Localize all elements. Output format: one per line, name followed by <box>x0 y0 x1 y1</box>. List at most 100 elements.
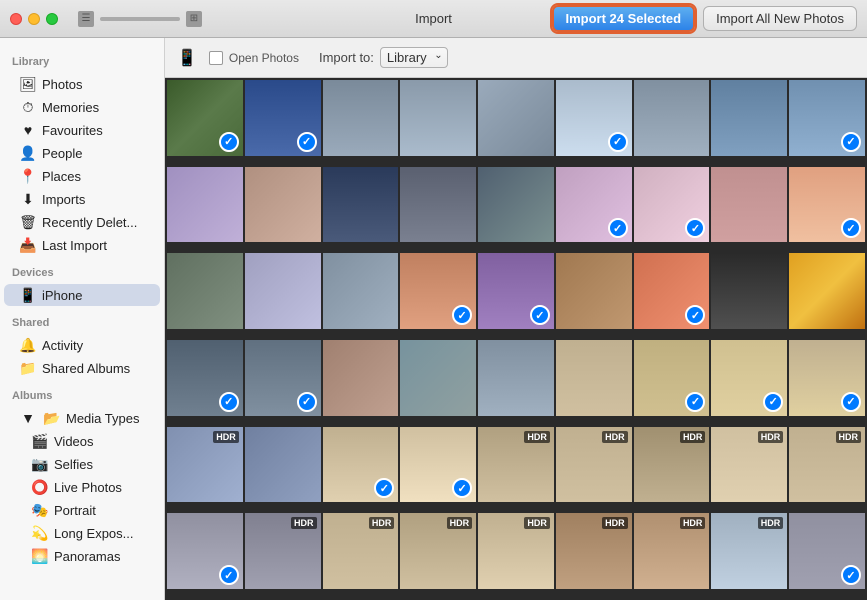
photo-cell[interactable]: ✓ <box>245 340 321 416</box>
sidebar-label-portrait: Portrait <box>54 503 96 518</box>
photo-cell[interactable] <box>711 253 787 329</box>
photo-cell[interactable] <box>478 340 554 416</box>
sidebar-label-media-types: Media Types <box>66 411 139 426</box>
photo-cell[interactable]: ✓ <box>789 167 865 243</box>
photo-cell[interactable]: ✓ <box>167 513 243 589</box>
people-icon: 👤 <box>20 145 36 161</box>
photo-cell[interactable]: HDR <box>400 513 476 589</box>
videos-icon: 🎬 <box>32 433 48 449</box>
import-to-select[interactable]: Library ⌄ <box>380 47 448 68</box>
hdr-badge: HDR <box>680 517 706 529</box>
photo-cell[interactable] <box>400 167 476 243</box>
sidebar-item-memories[interactable]: ⏱ Memories <box>4 96 160 118</box>
photo-cell[interactable] <box>711 80 787 156</box>
photo-cell[interactable] <box>323 80 399 156</box>
minimize-button[interactable] <box>28 13 40 25</box>
portrait-icon: 🎭 <box>32 502 48 518</box>
sidebar-item-shared-albums[interactable]: 📁 Shared Albums <box>4 357 160 379</box>
hdr-badge: HDR <box>369 517 395 529</box>
maximize-button[interactable] <box>46 13 58 25</box>
device-icon: 📱 <box>177 48 197 68</box>
open-photos-checkbox[interactable] <box>209 51 223 65</box>
photo-cell[interactable]: ✓ <box>634 253 710 329</box>
photo-cell[interactable]: HDR <box>245 513 321 589</box>
photo-cell[interactable] <box>323 253 399 329</box>
photo-cell[interactable] <box>400 80 476 156</box>
photo-cell[interactable] <box>478 167 554 243</box>
sidebar-item-panoramas[interactable]: 🌅 Panoramas <box>4 545 160 567</box>
import-to-value: Library <box>387 50 427 65</box>
selection-checkmark: ✓ <box>530 305 550 325</box>
photo-cell[interactable]: HDR <box>167 427 243 503</box>
photo-cell[interactable]: HDR <box>478 513 554 589</box>
sidebar-item-favourites[interactable]: ♥ Favourites <box>4 119 160 141</box>
photo-cell[interactable] <box>478 80 554 156</box>
sidebar-item-media-types[interactable]: ▼ 📂 Media Types <box>4 407 160 429</box>
photo-cell[interactable]: ✓ <box>634 167 710 243</box>
sidebar-item-portrait[interactable]: 🎭 Portrait <box>4 499 160 521</box>
photo-cell[interactable]: ✓ <box>711 340 787 416</box>
photo-cell[interactable]: HDR <box>711 427 787 503</box>
photo-cell[interactable]: HDR <box>634 513 710 589</box>
photo-cell[interactable]: ✓ <box>400 427 476 503</box>
photo-cell[interactable]: ✓ <box>789 80 865 156</box>
photo-cell[interactable] <box>789 253 865 329</box>
photo-cell[interactable] <box>167 167 243 243</box>
photo-cell[interactable] <box>323 340 399 416</box>
sidebar-item-recently-deleted[interactable]: 🗑 Recently Delet... <box>4 211 160 233</box>
open-photos-label[interactable]: Open Photos <box>209 51 299 65</box>
photo-cell[interactable] <box>556 253 632 329</box>
sidebar-item-long-exposure[interactable]: 💫 Long Expos... <box>4 522 160 544</box>
sidebar-item-people[interactable]: 👤 People <box>4 142 160 164</box>
media-types-icon: 📂 <box>44 410 60 426</box>
sidebar-item-imports[interactable]: ⬇ Imports <box>4 188 160 210</box>
photo-cell[interactable] <box>634 80 710 156</box>
recently-deleted-icon: 🗑 <box>20 214 36 230</box>
photo-cell[interactable]: HDR <box>711 513 787 589</box>
import-selected-button[interactable]: Import 24 Selected <box>552 5 696 32</box>
photo-cell[interactable]: ✓ <box>323 427 399 503</box>
sidebar-item-selfies[interactable]: 📷 Selfies <box>4 453 160 475</box>
photo-cell[interactable]: ✓ <box>400 253 476 329</box>
photo-cell[interactable] <box>556 340 632 416</box>
photo-cell[interactable] <box>245 253 321 329</box>
photo-cell[interactable]: ✓ <box>245 80 321 156</box>
close-button[interactable] <box>10 13 22 25</box>
photo-cell[interactable]: ✓ <box>556 167 632 243</box>
sidebar-item-videos[interactable]: 🎬 Videos <box>4 430 160 452</box>
photo-cell[interactable]: ✓ <box>167 340 243 416</box>
photo-cell[interactable]: HDR <box>323 513 399 589</box>
sidebar-item-places[interactable]: 📍 Places <box>4 165 160 187</box>
photo-cell[interactable]: ✓ <box>478 253 554 329</box>
sidebar-item-photos[interactable]: 🖼 Photos <box>4 73 160 95</box>
photo-cell[interactable] <box>711 167 787 243</box>
photo-cell[interactable]: ✓ <box>634 340 710 416</box>
photo-cell[interactable] <box>400 340 476 416</box>
import-all-button[interactable]: Import All New Photos <box>703 6 857 31</box>
hdr-badge: HDR <box>447 517 473 529</box>
photo-cell[interactable]: ✓ <box>167 80 243 156</box>
sidebar-item-live-photos[interactable]: ⭕ Live Photos <box>4 476 160 498</box>
sidebar-item-activity[interactable]: 🔔 Activity <box>4 334 160 356</box>
photo-cell[interactable] <box>245 167 321 243</box>
sidebar-toggle-icon[interactable]: ☰ <box>78 11 94 27</box>
selection-checkmark: ✓ <box>763 392 783 412</box>
photo-cell[interactable]: HDR <box>478 427 554 503</box>
memories-icon: ⏱ <box>20 99 36 115</box>
photo-cell[interactable] <box>245 427 321 503</box>
photo-cell[interactable] <box>167 253 243 329</box>
photo-cell[interactable]: HDR <box>789 427 865 503</box>
photo-cell[interactable]: HDR <box>634 427 710 503</box>
photo-cell[interactable]: ✓ <box>789 513 865 589</box>
zoom-slider[interactable] <box>100 17 180 21</box>
last-import-icon: 📥 <box>20 237 36 253</box>
sidebar-item-iphone[interactable]: 📱 iPhone <box>4 284 160 306</box>
photo-cell[interactable]: HDR <box>556 427 632 503</box>
photo-cell[interactable]: ✓ <box>789 340 865 416</box>
sidebar-item-last-import[interactable]: 📥 Last Import <box>4 234 160 256</box>
photo-cell[interactable]: HDR <box>556 513 632 589</box>
hdr-badge: HDR <box>680 431 706 443</box>
photo-cell[interactable]: ✓ <box>556 80 632 156</box>
photo-cell[interactable] <box>323 167 399 243</box>
view-toggle-icon[interactable]: ⊞ <box>186 11 202 27</box>
